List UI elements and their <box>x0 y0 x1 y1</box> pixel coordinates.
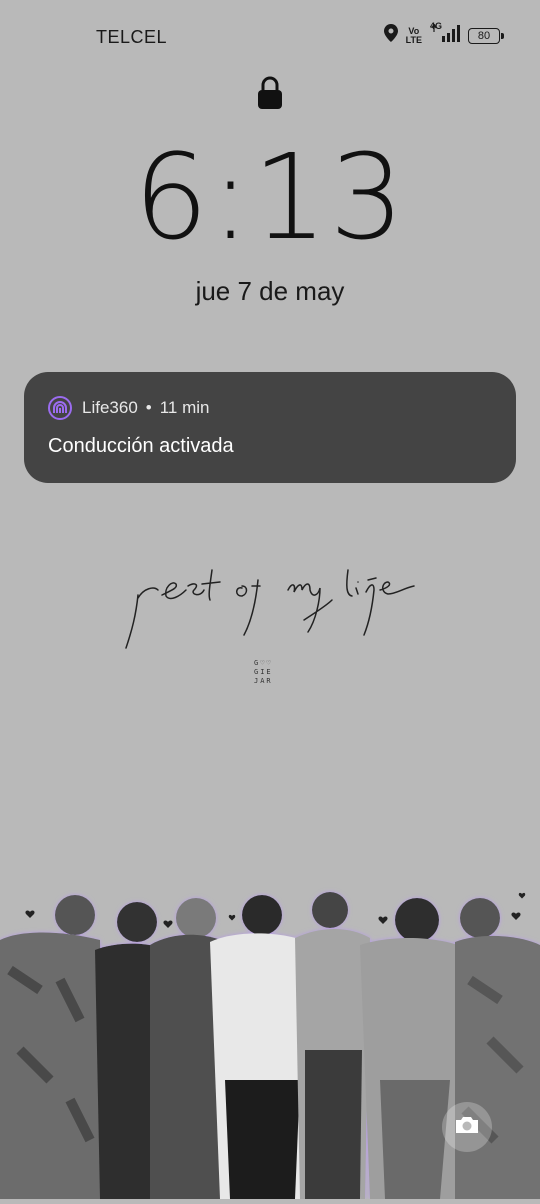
notification-message: Conducción activada <box>48 435 234 457</box>
life360-app-icon <box>48 396 72 420</box>
signal-icon: 4G <box>430 21 460 47</box>
notification-header: Life360 • 11 min <box>48 396 492 420</box>
location-icon <box>383 24 398 47</box>
brand-line-3: JAR <box>254 677 273 685</box>
battery-icon: 80 <box>468 27 504 44</box>
volte-label-bottom: LTE <box>405 34 422 45</box>
status-icons: Vo LTE 4G 80 <box>383 21 504 47</box>
carrier-name: TELCEL <box>96 27 168 47</box>
network-type: 4G <box>430 21 443 31</box>
notification-age: 11 min <box>159 398 210 417</box>
camera-shortcut-button[interactable] <box>442 1102 492 1152</box>
wallpaper-group-photo <box>0 880 540 1199</box>
wallpaper-handwriting <box>120 560 420 660</box>
notification-separator: • <box>145 398 152 417</box>
brand-line-2: GIE <box>254 668 273 676</box>
status-bar: TELCEL Vo LTE 4G 80 <box>0 0 540 70</box>
notification-card[interactable]: Life360 • 11 min Conducción activada <box>24 372 516 483</box>
lockscreen-clock: 6:13 <box>133 128 407 266</box>
notification-app-name: Life360 <box>82 398 138 417</box>
lockscreen-date: jue 7 de may <box>195 276 345 306</box>
volte-icon: Vo LTE <box>405 26 422 45</box>
wallpaper-brand-mark: G♡♡ GIE JAR <box>254 659 273 686</box>
camera-icon <box>454 1115 480 1140</box>
lock-icon[interactable] <box>257 76 283 115</box>
brand-line-1: G♡♡ <box>254 659 273 667</box>
